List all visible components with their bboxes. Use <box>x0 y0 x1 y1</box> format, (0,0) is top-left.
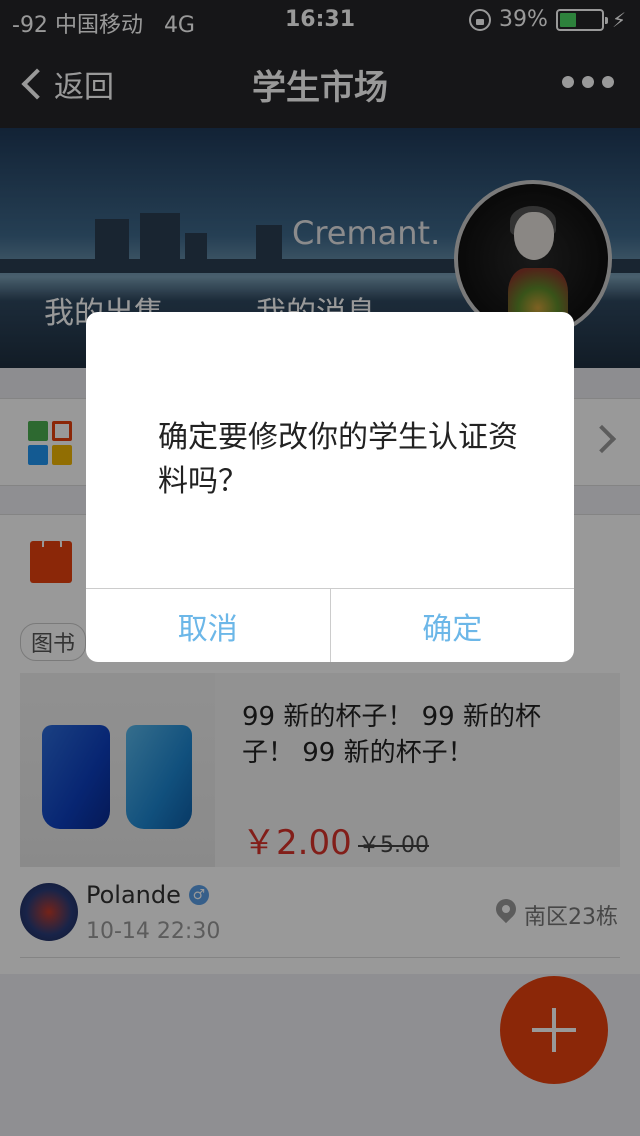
confirm-dialog: 确定要修改你的学生认证资料吗？ 取消 确定 <box>86 312 574 662</box>
dialog-actions: 取消 确定 <box>86 588 574 662</box>
dialog-message: 确定要修改你的学生认证资料吗？ <box>158 420 518 499</box>
confirm-button[interactable]: 确定 <box>329 589 575 662</box>
cancel-button[interactable]: 取消 <box>86 589 330 662</box>
